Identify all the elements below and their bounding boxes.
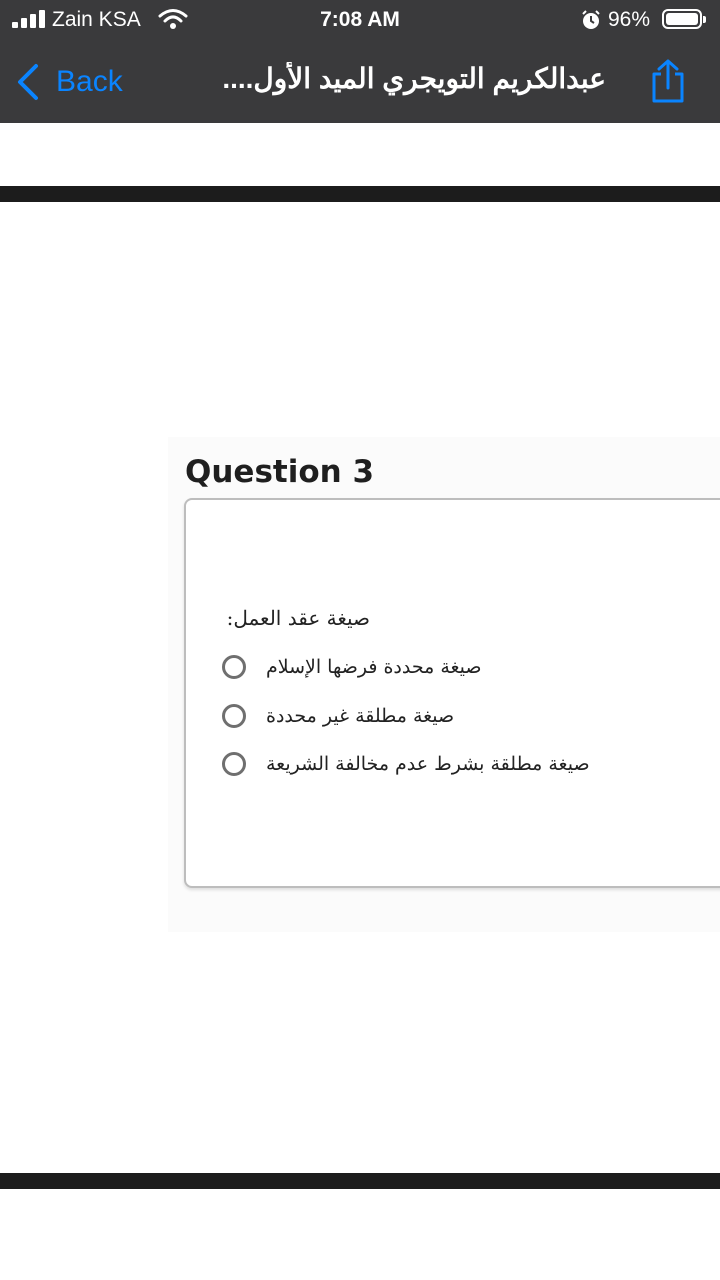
radio-button-icon[interactable] xyxy=(222,704,246,728)
answer-option[interactable]: صيغة محددة فرضها الإسلام xyxy=(222,650,482,684)
top-bar: Zain KSA 7:08 AM 96% Back عبدالكريم التو… xyxy=(0,0,720,123)
alarm-icon xyxy=(582,10,600,29)
back-button[interactable]: Back xyxy=(14,60,123,104)
answer-option[interactable]: صيغة مطلقة بشرط عدم مخالفة الشريعة xyxy=(222,747,590,781)
radio-button-icon[interactable] xyxy=(222,655,246,679)
answer-option[interactable]: صيغة مطلقة غير محددة xyxy=(222,699,454,733)
answer-option-label: صيغة مطلقة بشرط عدم مخالفة الشريعة xyxy=(266,753,590,775)
question-prompt: صيغة عقد العمل: xyxy=(226,606,370,630)
answer-option-label: صيغة مطلقة غير محددة xyxy=(266,705,455,727)
radio-button-icon[interactable] xyxy=(222,752,246,776)
document-title: عبدالكريم التويجري الميد الأول.... xyxy=(222,63,606,94)
back-label: Back xyxy=(56,65,123,98)
battery-icon xyxy=(662,9,706,29)
chevron-left-icon xyxy=(18,64,38,100)
page-divider-top xyxy=(0,186,720,202)
question-title: Question 3 xyxy=(185,454,375,490)
answer-option-label: صيغة محددة فرضها الإسلام xyxy=(266,656,482,678)
page-divider-bottom xyxy=(0,1173,720,1189)
battery-percent: 96% xyxy=(608,8,651,31)
share-icon[interactable] xyxy=(648,58,688,104)
question-card xyxy=(184,498,720,888)
status-bar: Zain KSA 7:08 AM 96% xyxy=(0,0,720,40)
navigation-bar: Back عبدالكريم التويجري الميد الأول.... xyxy=(0,40,720,123)
